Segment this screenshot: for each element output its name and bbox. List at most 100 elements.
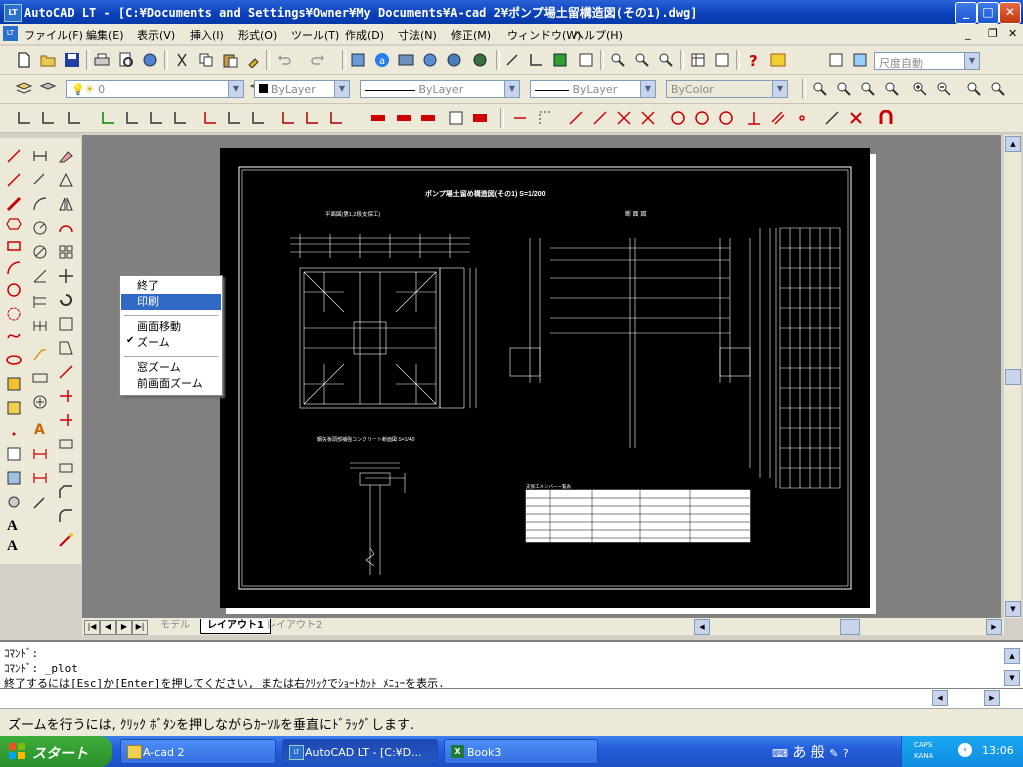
zoom-window-2-icon[interactable] [812,81,828,97]
document-icon[interactable]: LT [3,26,18,41]
command-scroll-down-icon[interactable]: ▼ [1004,670,1020,686]
rotate-icon[interactable] [58,292,74,308]
break-at-point-icon[interactable] [58,436,74,452]
start-button[interactable]: スタート [0,736,112,767]
copy-icon[interactable] [198,52,214,68]
leader-icon[interactable] [32,346,48,362]
context-menu-zoom[interactable]: ズーム [121,335,221,351]
menu-tools[interactable]: ツール(T) [291,27,339,43]
diameter-dim-icon[interactable] [32,244,48,260]
match-properties-icon[interactable] [246,52,262,68]
gradient-icon[interactable] [396,110,412,126]
polyline-icon[interactable] [6,196,22,212]
doc-minimize-icon[interactable]: _ [965,27,971,40]
save-icon[interactable] [64,52,80,68]
polygon-icon[interactable] [6,216,22,232]
ucs-world-icon[interactable] [40,110,56,126]
tolerance-icon[interactable] [32,370,48,386]
arc-icon[interactable] [6,260,22,276]
viewport-icon[interactable] [852,52,868,68]
context-menu-zoom-window[interactable]: 窓ズーム [121,360,221,376]
redo-icon[interactable] [310,52,326,68]
help-icon[interactable]: ? [746,52,762,68]
snap-quadrant-icon[interactable] [694,110,710,126]
clock[interactable]: 13:06 [982,744,1014,757]
ucs-z-icon[interactable] [226,110,242,126]
menu-dimension[interactable]: 寸法(N) [398,27,437,43]
dim-text-edit-icon[interactable] [32,446,48,462]
vertical-scroll-thumb[interactable] [1005,369,1021,385]
menu-window[interactable]: ウィンドウ(W) [507,27,581,43]
break-icon[interactable] [58,412,74,428]
tray-chevron-icon[interactable]: ‹ [958,743,972,757]
pan-icon[interactable] [350,52,366,68]
print-icon[interactable] [94,52,110,68]
radius-dim-icon[interactable] [32,220,48,236]
arc-length-icon[interactable] [32,196,48,212]
revision-cloud-icon[interactable] [6,306,22,322]
line-icon[interactable] [6,148,22,164]
erase-icon[interactable] [58,148,74,164]
trim-icon[interactable] [58,364,74,380]
construction-line-icon[interactable] [6,172,22,188]
scroll-down-icon[interactable]: ▼ [1005,601,1021,617]
plot-style-combo[interactable]: ByColor ▼ [666,80,788,98]
ime-help-icon[interactable]: ? [843,747,849,760]
today-icon[interactable]: a [374,52,390,68]
quick-calc-icon[interactable] [552,52,568,68]
menu-format[interactable]: 形式(O) [238,27,277,43]
snap-apparent-icon[interactable] [640,110,656,126]
ellipse-icon[interactable] [6,352,22,368]
ucs-object-icon[interactable] [124,110,140,126]
snap-tangent-icon[interactable] [718,110,734,126]
zoom-realtime-icon[interactable] [610,52,626,68]
zoom-in-icon[interactable] [912,81,928,97]
snap-intersection-icon[interactable] [616,110,632,126]
minimize-button[interactable]: _ [955,2,977,24]
properties-icon[interactable] [446,52,462,68]
menu-help[interactable]: ヘルプ(H) [573,27,623,43]
ucs-icon[interactable] [16,110,32,126]
linear-dim-icon[interactable] [32,148,48,164]
copy-object-icon[interactable] [58,172,74,188]
aligned-dim-icon[interactable] [32,172,48,188]
language-bar[interactable]: ⌨ あ 般 ✎ ? [772,742,897,762]
zoom-dynamic-icon[interactable] [836,81,852,97]
lineweight-combo[interactable]: ByLayer ▼ [530,80,656,98]
ucs-3point-icon[interactable] [250,110,266,126]
ucs-face-icon[interactable] [100,110,116,126]
paste-icon[interactable] [222,52,238,68]
snap-endpoint-icon[interactable] [568,110,584,126]
scroll-up-icon[interactable]: ▲ [1005,136,1021,152]
context-menu-zoom-previous[interactable]: 前画面ズーム [121,376,221,392]
internet-icon[interactable] [472,52,488,68]
tab-layout2[interactable]: レイアウト2 [260,619,328,633]
toolbar-layout-icon[interactable] [828,52,844,68]
open-folder-icon[interactable] [40,52,56,68]
snap-from-icon[interactable] [512,110,528,126]
new-file-icon[interactable] [16,52,32,68]
offset-icon[interactable] [58,220,74,236]
layer-combo[interactable]: 💡☀ 0 ▼ [66,80,244,98]
menu-draw[interactable]: 作成(D) [345,27,384,43]
dim-update-icon[interactable] [32,470,48,486]
color-combo[interactable]: ByLayer ▼ [254,80,350,98]
layout-paper[interactable]: ポンプ場土留め構造図(その1) S=1/200 平面図(第1,2段支保工) 断 … [220,148,870,608]
sheet-set-icon[interactable] [690,52,706,68]
multiline-text-icon[interactable]: A [6,516,22,532]
scroll-left-icon[interactable]: ◀ [694,619,710,635]
angle-icon[interactable] [528,52,544,68]
snap-node-icon[interactable] [794,110,810,126]
spline-icon[interactable] [6,328,22,344]
rectangle-icon[interactable] [6,238,22,254]
plot-preview-icon[interactable] [118,52,134,68]
ucs-view-icon[interactable] [148,110,164,126]
insert-block-icon[interactable] [6,376,22,392]
center-mark-icon[interactable] [32,394,48,410]
zoom-out-icon[interactable] [936,81,952,97]
zoom-extents-icon[interactable] [990,81,1006,97]
design-center-icon[interactable] [398,52,414,68]
context-menu-plot[interactable]: 印刷 [121,294,221,310]
table-icon[interactable] [448,110,464,126]
prev-tab-icon[interactable]: ◀ [100,620,116,635]
